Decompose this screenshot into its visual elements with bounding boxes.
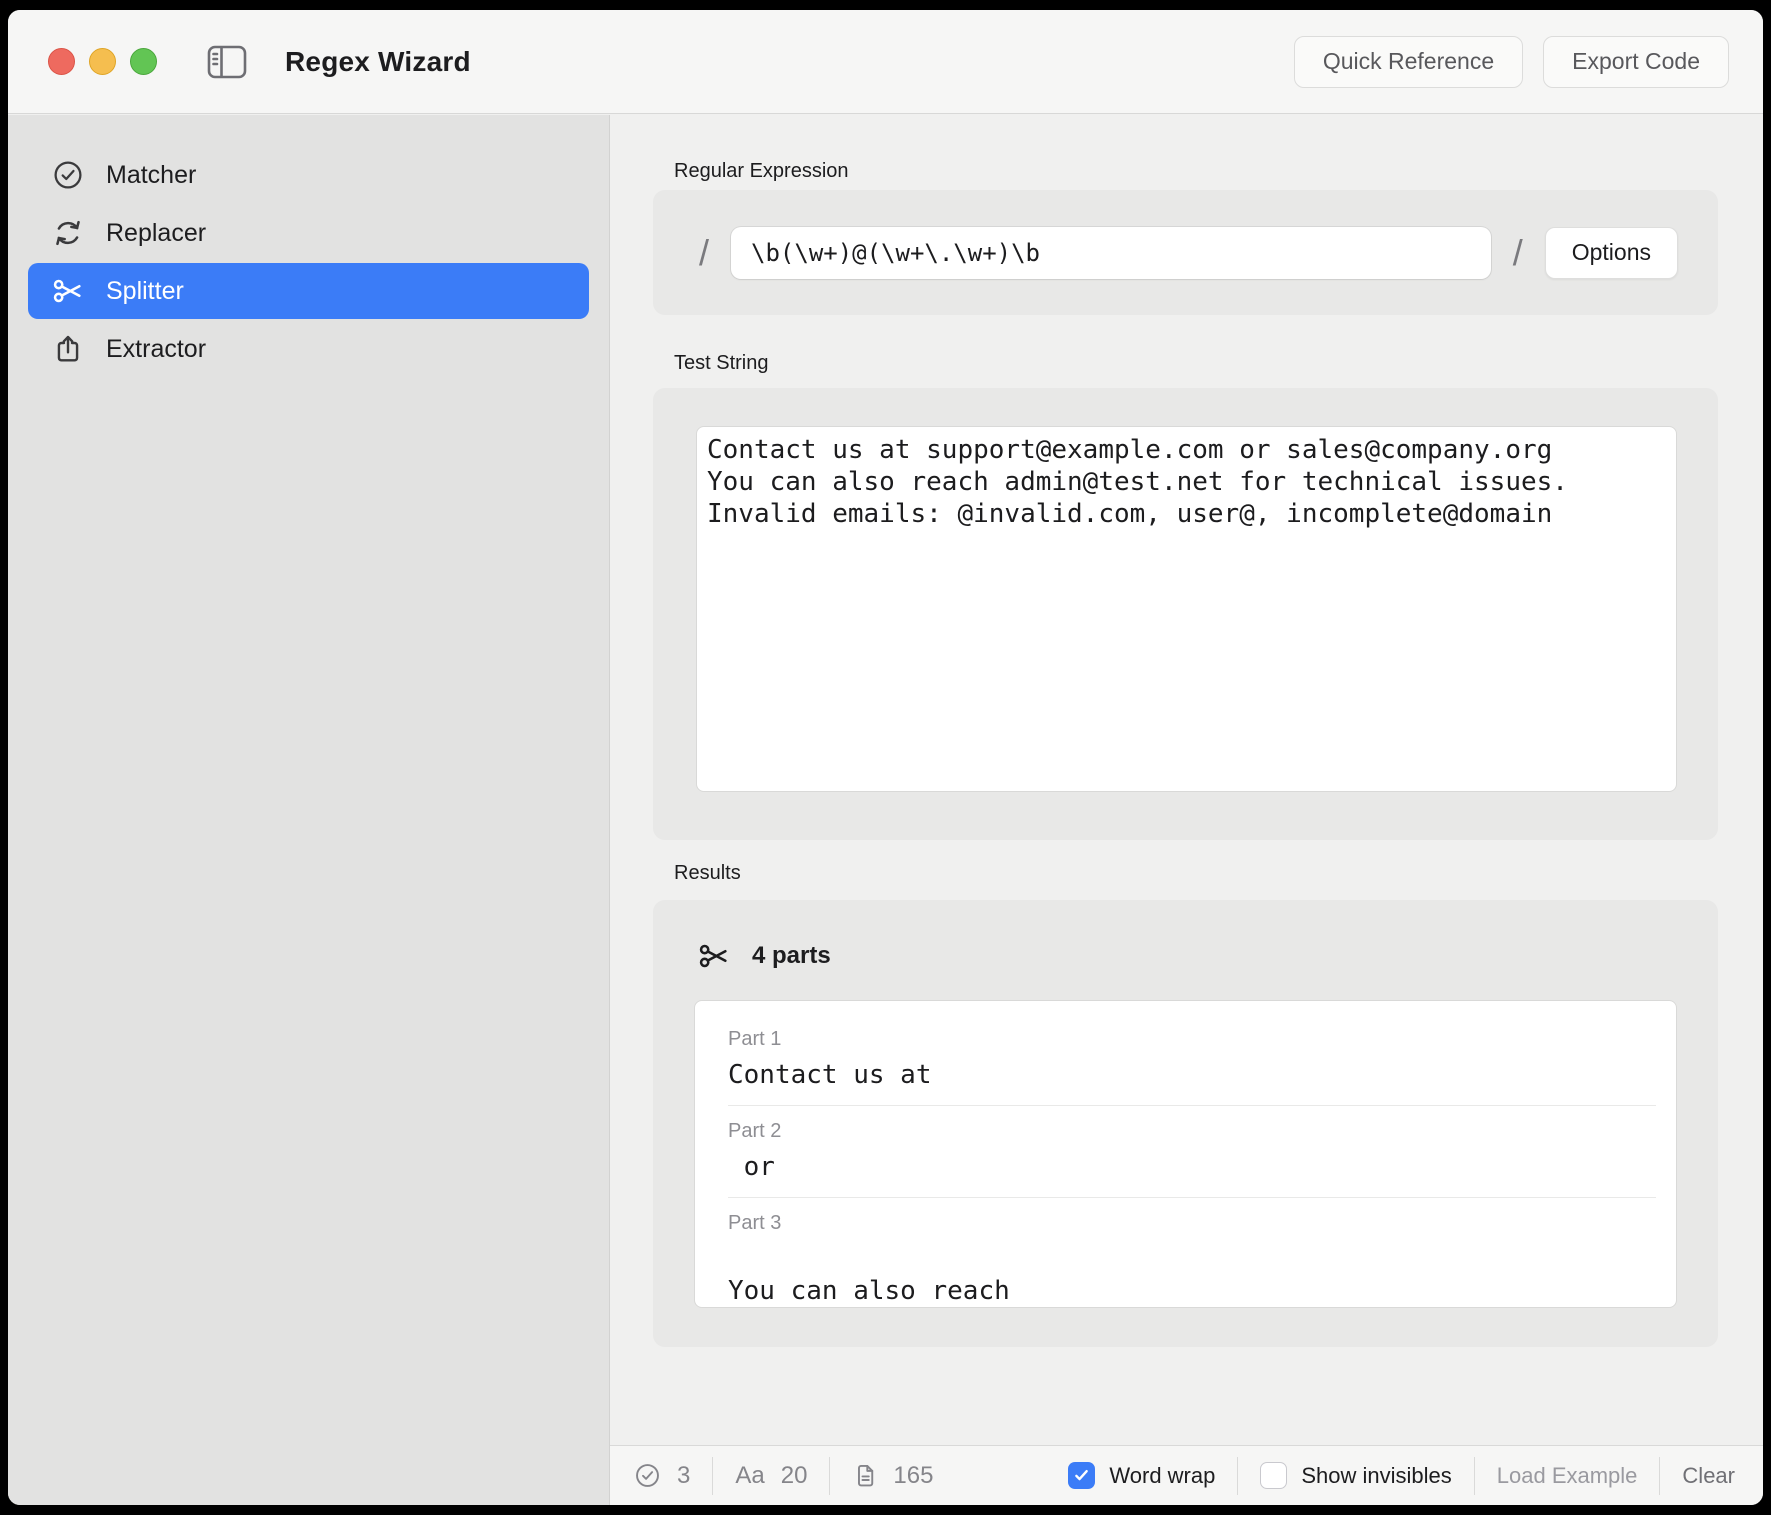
char-count: 165 <box>893 1462 933 1490</box>
sidebar-item-matcher[interactable]: Matcher <box>28 147 589 203</box>
regex-pattern-input[interactable]: \b(\w+)@(\w+\.\w+)\b <box>731 227 1491 279</box>
app-window: Regex Wizard Quick Reference Export Code… <box>8 10 1763 1505</box>
part-label: Part 1 <box>728 1027 1676 1051</box>
sidebar-toggle-icon[interactable] <box>207 45 247 79</box>
document-icon <box>852 1462 879 1489</box>
sidebar-item-splitter[interactable]: Splitter <box>28 263 589 319</box>
options-button[interactable]: Options <box>1545 227 1678 279</box>
sidebar-item-extractor[interactable]: Extractor <box>28 321 589 377</box>
regex-open-delimiter: / <box>699 232 709 274</box>
show-invisibles-label: Show invisibles <box>1301 1463 1451 1489</box>
clear-button[interactable]: Clear <box>1682 1463 1735 1489</box>
close-window-button[interactable] <box>48 48 75 75</box>
share-icon <box>52 333 84 365</box>
part-label: Part 3 <box>728 1211 1676 1235</box>
divider <box>1659 1457 1660 1495</box>
parts-count: 4 parts <box>752 942 831 970</box>
font-size-value: 20 <box>781 1462 808 1490</box>
sidebar: Matcher Replacer Splitter <box>8 115 610 1505</box>
refresh-icon <box>52 217 84 249</box>
font-size-icon: Aa <box>735 1462 764 1490</box>
sidebar-item-label: Splitter <box>106 277 184 306</box>
word-wrap-label: Word wrap <box>1109 1463 1215 1489</box>
divider <box>1237 1457 1238 1495</box>
minimize-window-button[interactable] <box>89 48 116 75</box>
quick-reference-button[interactable]: Quick Reference <box>1294 36 1523 88</box>
sidebar-item-label: Replacer <box>106 219 206 248</box>
part-label: Part 2 <box>728 1119 1676 1143</box>
list-item: Part 3 You can also reach <box>728 1211 1676 1307</box>
divider <box>712 1457 713 1495</box>
zoom-window-button[interactable] <box>130 48 157 75</box>
statusbar: 3 Aa 20 165 Word wrap Show invisibles <box>610 1445 1763 1505</box>
part-value: You can also reach <box>728 1243 1676 1307</box>
results-header: 4 parts <box>698 940 831 972</box>
check-circle-icon <box>52 159 84 191</box>
window-title: Regex Wizard <box>285 46 471 78</box>
word-wrap-checkbox[interactable] <box>1068 1462 1095 1489</box>
regex-card: / \b(\w+)@(\w+\.\w+)\b / Options <box>653 190 1718 315</box>
divider <box>728 1197 1656 1198</box>
titlebar: Regex Wizard Quick Reference Export Code <box>8 10 1763 114</box>
regex-close-delimiter: / <box>1513 232 1523 274</box>
part-value: or <box>728 1151 1676 1183</box>
sidebar-item-replacer[interactable]: Replacer <box>28 205 589 261</box>
parts-list[interactable]: Part 1 Contact us at Part 2 or Part 3 Yo… <box>694 1000 1677 1308</box>
match-count: 3 <box>677 1462 690 1490</box>
show-invisibles-checkbox[interactable] <box>1260 1462 1287 1489</box>
divider <box>1474 1457 1475 1495</box>
regex-section-label: Regular Expression <box>674 160 849 183</box>
test-string-section-label: Test String <box>674 352 768 375</box>
divider <box>829 1457 830 1495</box>
load-example-button[interactable]: Load Example <box>1497 1463 1638 1489</box>
scissors-icon <box>52 275 84 307</box>
list-item: Part 2 or <box>728 1119 1676 1183</box>
export-code-button[interactable]: Export Code <box>1543 36 1729 88</box>
results-card: 4 parts Part 1 Contact us at Part 2 or P… <box>653 900 1718 1347</box>
results-section-label: Results <box>674 862 741 885</box>
test-string-card: Contact us at support@example.com or sal… <box>653 388 1718 840</box>
main-content: Regular Expression / \b(\w+)@(\w+\.\w+)\… <box>611 115 1763 1445</box>
check-circle-icon <box>634 1462 661 1489</box>
divider <box>728 1105 1656 1106</box>
list-item: Part 1 Contact us at <box>728 1027 1676 1091</box>
part-value: Contact us at <box>728 1059 1676 1091</box>
scissors-icon <box>698 940 730 972</box>
regex-pattern-value: \b(\w+)@(\w+\.\w+)\b <box>751 239 1040 267</box>
sidebar-item-label: Matcher <box>106 161 196 190</box>
sidebar-item-label: Extractor <box>106 335 206 364</box>
test-string-input[interactable]: Contact us at support@example.com or sal… <box>696 426 1677 792</box>
window-controls <box>48 48 157 75</box>
